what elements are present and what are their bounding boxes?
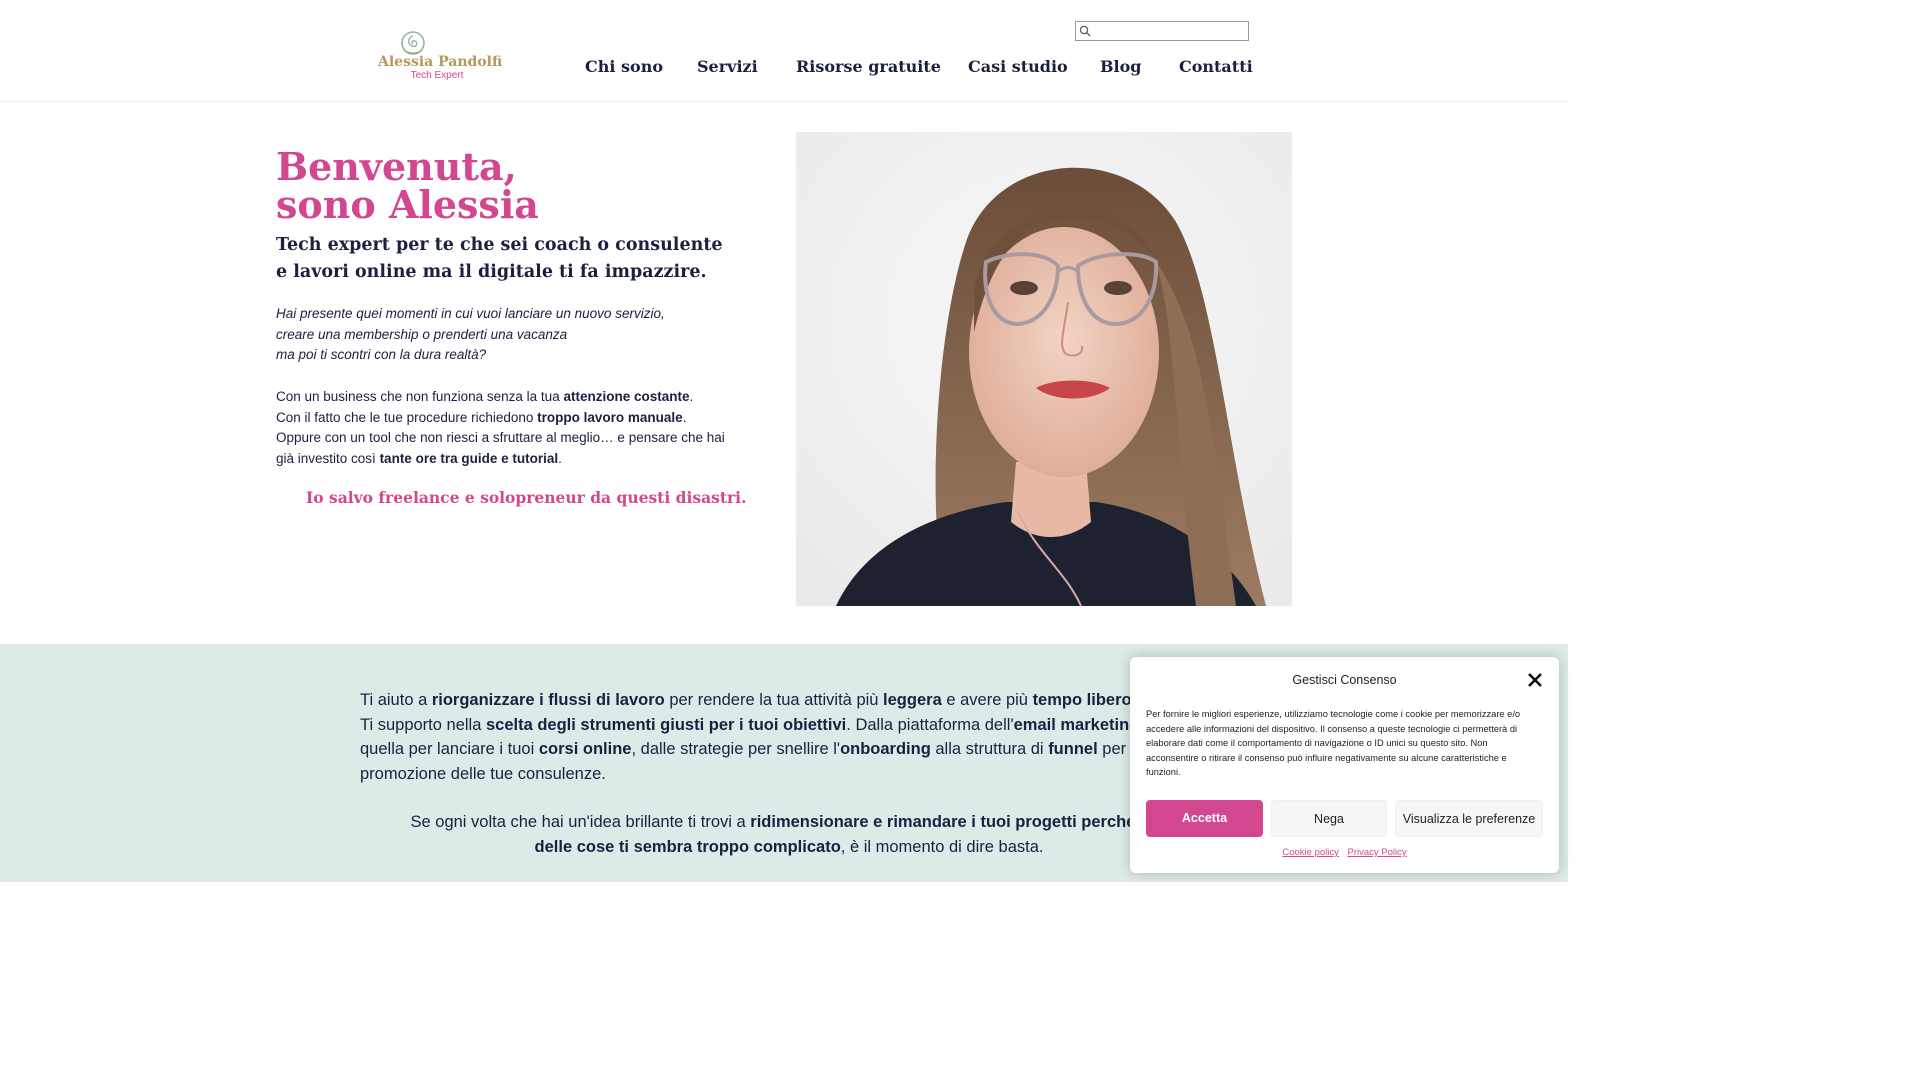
cookie-consent-dialog: Gestisci Consenso Per fornire le miglior…: [1130, 657, 1559, 873]
emphasis: ridimensionare e rimandare i tuoi proget…: [750, 813, 1168, 831]
nav-item-contatti[interactable]: Contatti: [1179, 57, 1253, 76]
nav-item-risorse-gratuite[interactable]: Risorse gratuite: [796, 57, 941, 76]
cta-line1: Se ogni volta che hai un'idea brillante …: [360, 810, 1218, 835]
hero-title-line1: Benvenuta,: [276, 144, 517, 189]
nav-item-servizi[interactable]: Servizi: [697, 57, 758, 76]
search-input[interactable]: [1092, 22, 1246, 40]
consent-text-line: acconsentire o ritirare il consenso può …: [1146, 752, 1507, 763]
consent-links: Cookie policy Privacy Policy: [1130, 847, 1559, 858]
emphasis: delle cose ti sembra troppo complicato: [534, 837, 841, 856]
deny-button[interactable]: Nega: [1271, 800, 1387, 837]
text: già investito così: [276, 451, 380, 467]
main-nav: Chi sono Servizi Risorse gratuite Casi s…: [0, 57, 1568, 81]
services-paragraph: Ti aiuto a riorganizzare i flussi di lav…: [360, 688, 1180, 786]
hero-subtitle: Tech expert per te che sei coach o consu…: [276, 232, 723, 286]
hero-body-line1: Con un business che non funziona senza l…: [276, 387, 766, 408]
emphasis: email marketing: [1013, 715, 1140, 734]
text: .: [682, 409, 687, 425]
services-line2: Ti supporto nella scelta degli strumenti…: [360, 713, 1180, 738]
emphasis: scelta degli strumenti giusti per i tuoi…: [485, 715, 847, 734]
privacy-policy-link[interactable]: Privacy Policy: [1348, 847, 1407, 858]
hero-body-line4: già investito così tante ore tra guide e…: [276, 449, 766, 470]
consent-title: Gestisci Consenso: [1292, 673, 1397, 687]
text: per: [1097, 740, 1127, 759]
text: , dalle strategie per snellire l': [631, 740, 841, 759]
view-preferences-button[interactable]: Visualizza le preferenze: [1395, 800, 1543, 837]
text: alla struttura di: [930, 740, 1049, 759]
emphasis: tempo libero: [1032, 691, 1132, 709]
text: Ti supporto nella: [360, 715, 486, 734]
text: Se ogni volta che hai un'idea brillante …: [410, 813, 751, 831]
consent-text-line: elaborare dati come il comportamento di …: [1146, 738, 1488, 749]
text: , è il momento di dire basta.: [840, 837, 1044, 856]
portrait-illustration: [796, 132, 1292, 606]
text: e avere più: [941, 691, 1033, 709]
nav-item-blog[interactable]: Blog: [1100, 57, 1141, 76]
hero-intro-line1: Hai presente quei momenti in cui vuoi la…: [276, 306, 665, 321]
cookie-policy-link[interactable]: Cookie policy: [1282, 847, 1339, 858]
emphasis: tante ore tra guide e tutorial: [379, 451, 559, 467]
emphasis: attenzione costante: [563, 389, 690, 404]
text: . Dalla piattaforma dell': [846, 715, 1014, 734]
hero-intro: Hai presente quei momenti in cui vuoi la…: [276, 304, 665, 366]
text: per rendere la tua attività più: [664, 691, 884, 709]
hero-subtitle-line1: Tech expert per te che sei coach o consu…: [276, 235, 723, 255]
emphasis: corsi online: [538, 740, 632, 759]
emphasis: riorganizzare i flussi di lavoro: [431, 691, 665, 709]
emphasis: troppo lavoro manuale: [537, 409, 683, 425]
hero-title: Benvenuta, sono Alessia: [276, 148, 539, 224]
hero-body-line2: Con il fatto che le tue procedure richie…: [276, 408, 766, 429]
hero-tagline: Io salvo freelance e solopreneur da ques…: [306, 488, 747, 507]
hero-subtitle-line2: e lavori online ma il digitale ti fa imp…: [276, 262, 707, 282]
search-icon: [1079, 25, 1091, 37]
hero-intro-line3: ma poi ti scontri con la dura realtà?: [276, 347, 487, 363]
accept-button[interactable]: Accetta: [1146, 800, 1263, 837]
hero-intro-line2: creare una membership o prenderti una va…: [276, 326, 568, 342]
text: Con un business che non funziona senza l…: [276, 389, 564, 404]
cta-line2: delle cose ti sembra troppo complicato, …: [360, 835, 1218, 860]
text: .: [689, 389, 694, 404]
hero-body-line3: Oppure con un tool che non riesci a sfru…: [276, 430, 725, 446]
site-header: Alessia Pandolfi Tech Expert Chi sono Se…: [0, 0, 1568, 102]
emphasis: funnel: [1048, 740, 1098, 759]
nav-item-chi-sono[interactable]: Chi sono: [585, 57, 663, 76]
consent-text-line: funzioni.: [1146, 767, 1181, 778]
text: Con il fatto che le tue procedure richie…: [276, 409, 538, 425]
hero-title-line2: sono Alessia: [276, 182, 539, 227]
services-line1: Ti aiuto a riorganizzare i flussi di lav…: [360, 688, 1180, 713]
close-icon[interactable]: [1526, 671, 1544, 689]
hero-body: Con un business che non funziona senza l…: [276, 387, 766, 470]
text: .: [558, 451, 562, 467]
consent-text-line: accedere alle informazioni del dispositi…: [1146, 723, 1518, 734]
text: Ti aiuto a: [360, 691, 432, 709]
emphasis: onboarding: [840, 740, 931, 759]
services-line4: promozione delle tue consulenze.: [360, 764, 606, 783]
nav-item-casi-studio[interactable]: Casi studio: [968, 57, 1068, 76]
search-box[interactable]: [1075, 21, 1249, 41]
portrait-photo: [796, 132, 1292, 606]
consent-text-line: Per fornire le migliori esperienze, util…: [1146, 709, 1521, 719]
consent-text: Per fornire le migliori esperienze, util…: [1146, 707, 1544, 780]
text: quella per lanciare i tuoi: [360, 740, 539, 759]
logo-mark-icon: [401, 31, 425, 55]
services-line3: quella per lanciare i tuoi corsi online,…: [360, 737, 1180, 762]
emphasis: leggera: [883, 691, 942, 709]
call-to-action-paragraph: Se ogni volta che hai un'idea brillante …: [360, 810, 1218, 859]
